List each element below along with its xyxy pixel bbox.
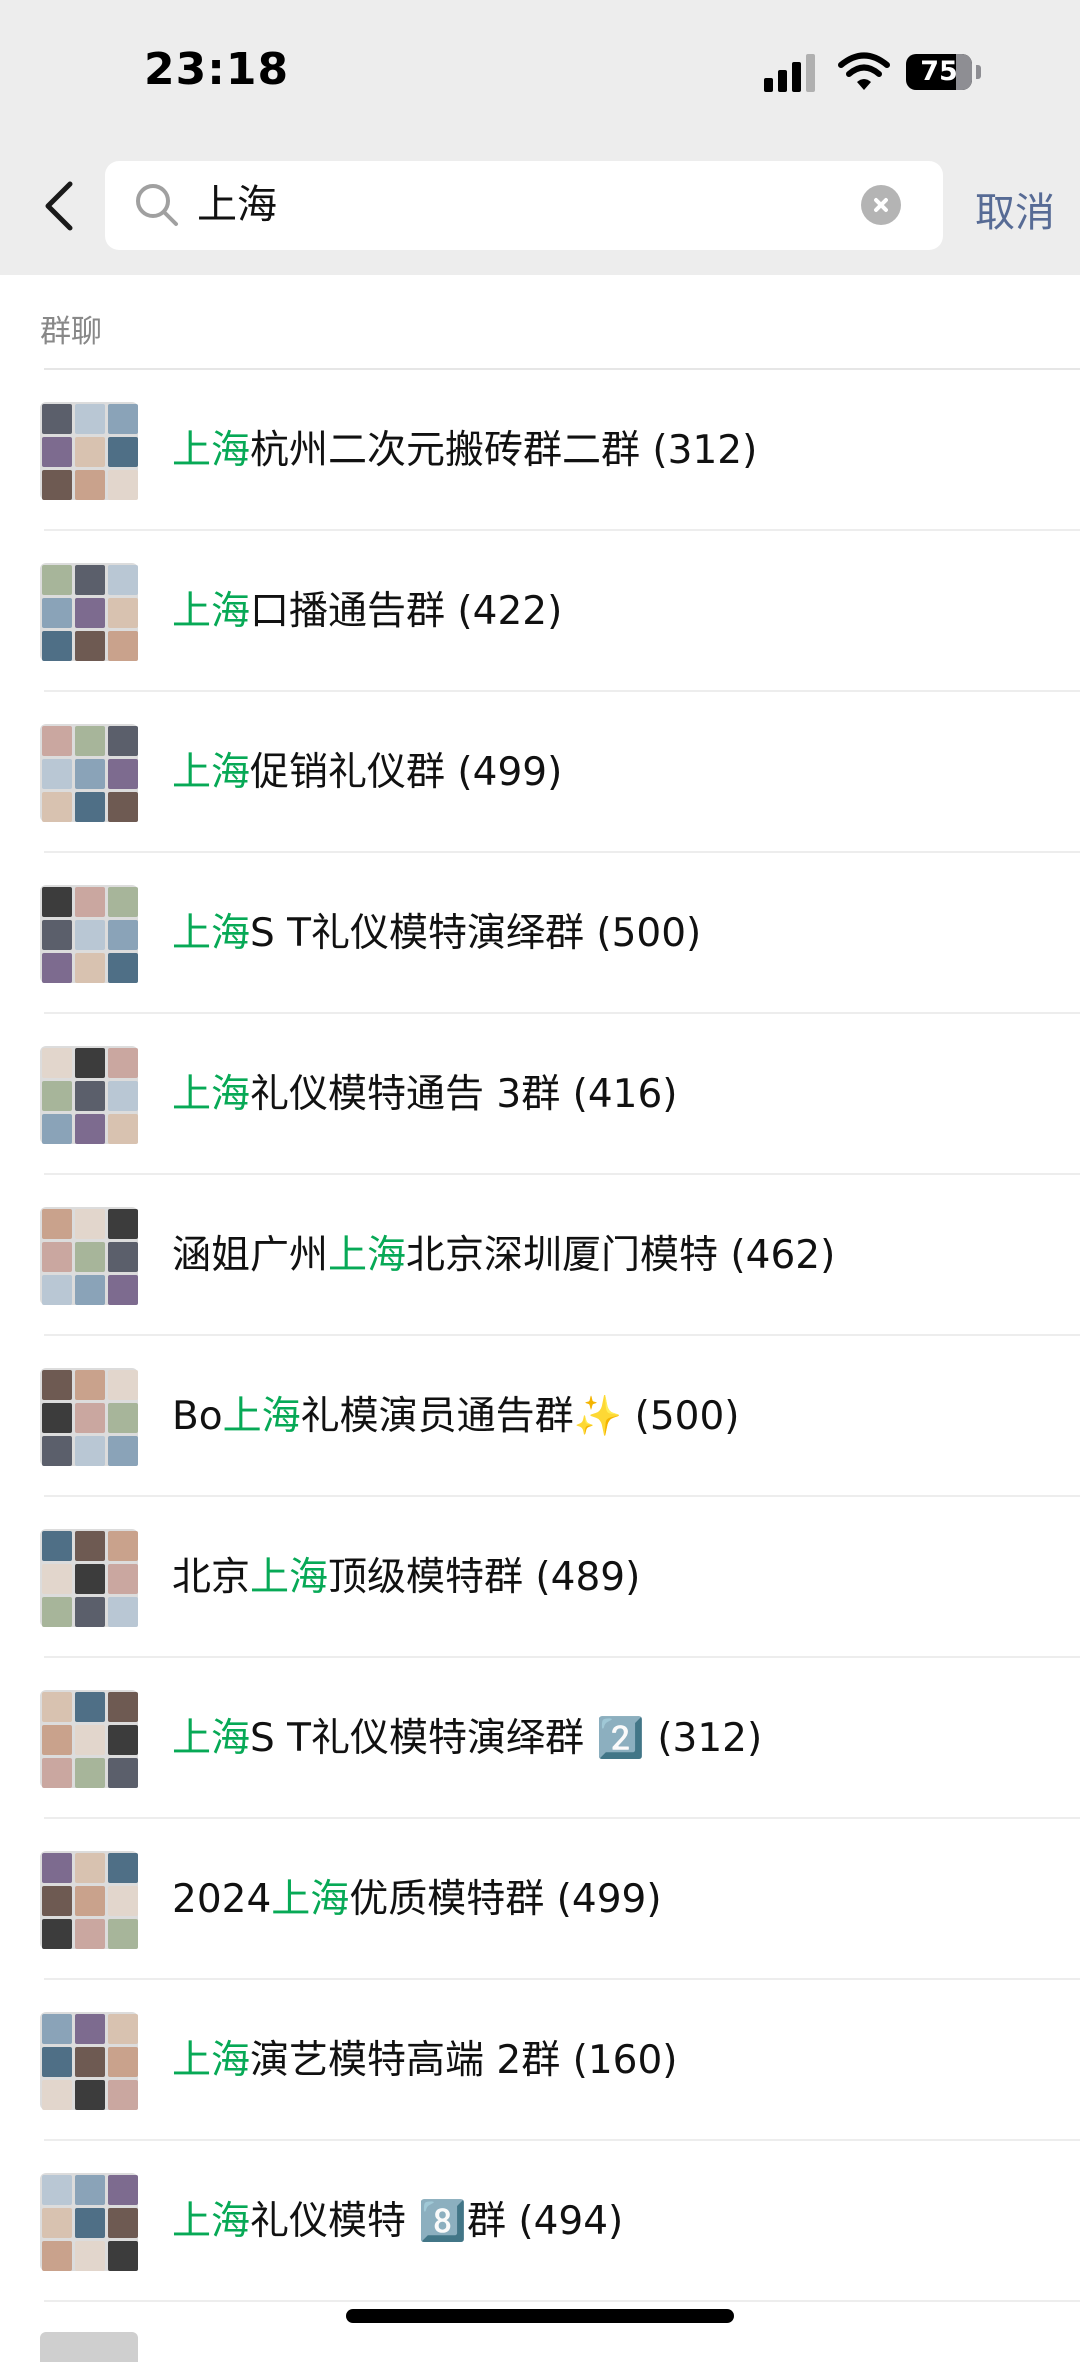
group-name-prefix: 涵姐广州 bbox=[172, 1233, 329, 1278]
group-name-suffix: 北京深圳厦门模特 (462) bbox=[406, 1233, 836, 1278]
group-avatar bbox=[40, 724, 138, 822]
cancel-button[interactable]: 取消 bbox=[975, 180, 1055, 238]
signal-icon bbox=[764, 52, 820, 92]
search-icon bbox=[136, 184, 178, 226]
group-name-suffix: 礼仪模特 8️⃣群 (494) bbox=[250, 2199, 624, 2244]
group-name-suffix: 礼模演员通告群✨ (500) bbox=[300, 1394, 740, 1439]
group-avatar bbox=[40, 1207, 138, 1305]
group-avatar bbox=[40, 1851, 138, 1949]
group-name-suffix: S T礼仪模特演绎群 2️⃣ (312) bbox=[250, 1716, 763, 1761]
group-name-suffix: 演艺模特高端 2群 (160) bbox=[250, 2038, 678, 2083]
group-name-suffix: 优质模特群 (499) bbox=[349, 1877, 662, 1922]
group-avatar bbox=[40, 2012, 138, 2110]
group-name-match: 上海 bbox=[250, 1555, 329, 1600]
group-name: 2024上海优质模特群 (499) bbox=[172, 1819, 662, 1980]
status-time: 23:18 bbox=[144, 44, 290, 95]
group-name-match: 上海 bbox=[271, 1877, 350, 1922]
group-name-prefix: 北京 bbox=[172, 1555, 251, 1600]
group-name-suffix: 口播通告群 (422) bbox=[250, 589, 563, 634]
group-avatar bbox=[40, 2332, 138, 2362]
clear-icon[interactable] bbox=[861, 185, 901, 225]
group-name: 上海促销礼仪群 (499) bbox=[172, 692, 562, 853]
battery-nub bbox=[976, 65, 981, 79]
group-avatar bbox=[40, 563, 138, 661]
group-name-suffix: 促销礼仪群 (499) bbox=[250, 750, 563, 795]
group-name: 上海S T礼仪模特演绎群 (500) bbox=[172, 853, 701, 1014]
group-name: 上海演艺模特高端 2群 (160) bbox=[172, 1980, 678, 2141]
group-row[interactable]: 上海礼仪模特通告 3群 (416) bbox=[0, 1014, 1080, 1175]
search-input[interactable]: 上海 bbox=[197, 161, 277, 250]
group-row[interactable]: 上海S T礼仪模特演绎群 2️⃣ (312) bbox=[0, 1658, 1080, 1819]
group-name-match: 上海 bbox=[172, 911, 251, 956]
wifi-icon bbox=[838, 52, 890, 90]
group-row[interactable]: 上海口播通告群 (422) bbox=[0, 531, 1080, 692]
group-avatar bbox=[40, 402, 138, 500]
group-list: 上海杭州二次元搬砖群二群 (312) 上海口播通告群 (422) 上海促销礼仪群 (… bbox=[0, 370, 1080, 2302]
group-row[interactable]: Bo上海礼模演员通告群✨ (500) bbox=[0, 1336, 1080, 1497]
group-row[interactable]: 上海S T礼仪模特演绎群 (500) bbox=[0, 853, 1080, 1014]
group-avatar bbox=[40, 1368, 138, 1466]
group-avatar bbox=[40, 885, 138, 983]
section-title: 群聊 bbox=[40, 314, 102, 350]
group-row[interactable]: 北京上海顶级模特群 (489) bbox=[0, 1497, 1080, 1658]
group-row[interactable]: 上海杭州二次元搬砖群二群 (312) bbox=[0, 370, 1080, 531]
group-name-match: 上海 bbox=[172, 2038, 251, 2083]
home-indicator bbox=[346, 2309, 734, 2323]
group-name-match: 上海 bbox=[172, 2199, 251, 2244]
group-name-match: 上海 bbox=[172, 589, 251, 634]
group-name: 北京上海顶级模特群 (489) bbox=[172, 1497, 640, 1658]
group-row[interactable]: 上海演艺模特高端 2群 (160) bbox=[0, 1980, 1080, 2141]
group-name-match: 上海 bbox=[172, 428, 251, 473]
group-row[interactable]: 2024上海优质模特群 (499) bbox=[0, 1819, 1080, 1980]
group-avatar bbox=[40, 2173, 138, 2271]
group-name-prefix: 2024 bbox=[172, 1877, 272, 1922]
group-avatar bbox=[40, 1690, 138, 1788]
group-name: 上海口播通告群 (422) bbox=[172, 531, 562, 692]
group-name-match: 上海 bbox=[328, 1233, 407, 1278]
group-name-suffix: S T礼仪模特演绎群 (500) bbox=[250, 911, 702, 956]
group-name-match: 上海 bbox=[172, 1072, 251, 1117]
group-name-prefix: Bo bbox=[172, 1394, 223, 1439]
group-name-match: 上海 bbox=[172, 750, 251, 795]
battery-icon: 75 bbox=[906, 54, 972, 90]
group-name: 涵姐广州上海北京深圳厦门模特 (462) bbox=[172, 1175, 835, 1336]
group-name-suffix: 礼仪模特通告 3群 (416) bbox=[250, 1072, 678, 1117]
group-name: 上海礼仪模特 8️⃣群 (494) bbox=[172, 2141, 623, 2302]
group-name: 上海S T礼仪模特演绎群 2️⃣ (312) bbox=[172, 1658, 762, 1819]
group-row[interactable]: 涵姐广州上海北京深圳厦门模特 (462) bbox=[0, 1175, 1080, 1336]
group-name-match: 上海 bbox=[222, 1394, 301, 1439]
group-row[interactable]: 上海礼仪模特 8️⃣群 (494) bbox=[0, 2141, 1080, 2302]
group-avatar bbox=[40, 1529, 138, 1627]
battery-level: 75 bbox=[920, 56, 958, 87]
group-name-match: 上海 bbox=[172, 1716, 251, 1761]
group-name: Bo上海礼模演员通告群✨ (500) bbox=[172, 1336, 739, 1497]
group-name: 上海礼仪模特通告 3群 (416) bbox=[172, 1014, 678, 1175]
group-name-suffix: 顶级模特群 (489) bbox=[328, 1555, 641, 1600]
group-name-suffix: 杭州二次元搬砖群二群 (312) bbox=[250, 428, 758, 473]
back-chevron-icon[interactable] bbox=[34, 176, 84, 236]
search-bar[interactable]: 上海 bbox=[105, 161, 943, 250]
group-row[interactable]: 上海促销礼仪群 (499) bbox=[0, 692, 1080, 853]
group-avatar bbox=[40, 1046, 138, 1144]
group-name: 上海杭州二次元搬砖群二群 (312) bbox=[172, 370, 757, 531]
header: 23:18 75 上海 取消 bbox=[0, 0, 1080, 275]
